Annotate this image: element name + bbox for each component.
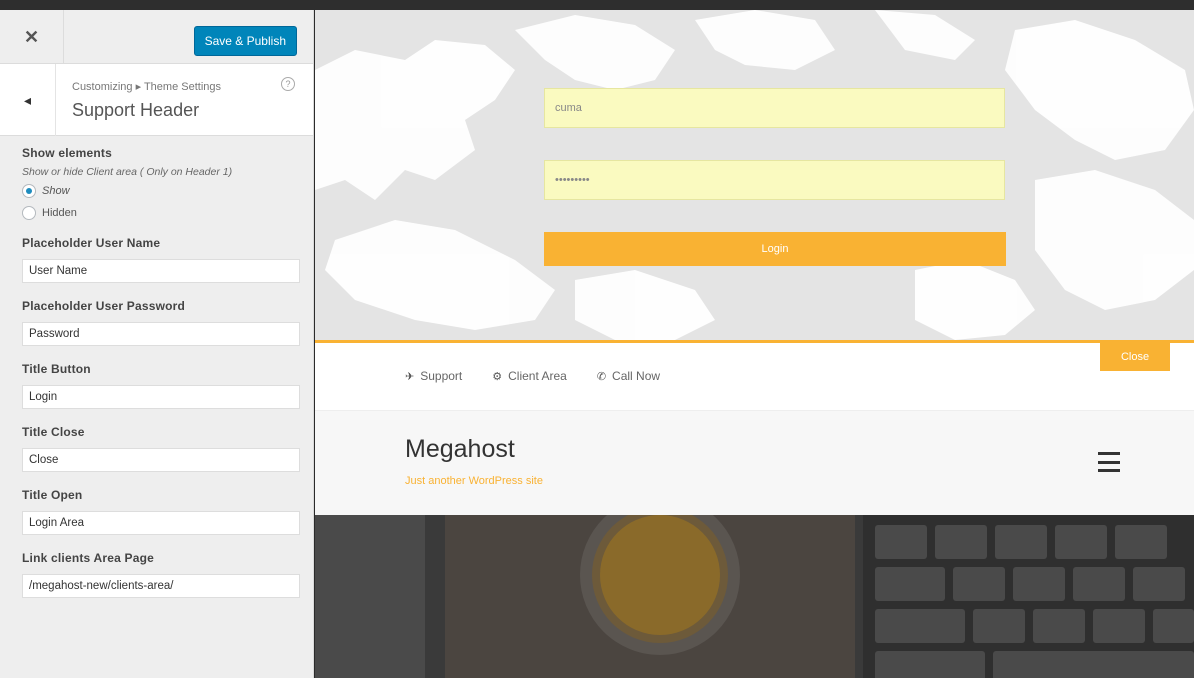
back-arrow-icon[interactable]: ◂ bbox=[0, 64, 56, 136]
site-preview: cuma ••••••••• Login ✈ Support ⚙ Client … bbox=[315, 10, 1194, 678]
support-links: ✈ Support ⚙ Client Area ✆ Call Now bbox=[405, 369, 660, 383]
login-area: cuma ••••••••• Login bbox=[315, 10, 1194, 340]
radio-show[interactable]: Show bbox=[22, 184, 301, 198]
show-elements-control: Show elements Show or hide Client area (… bbox=[22, 146, 301, 220]
placeholder-password-input[interactable]: Password bbox=[22, 322, 300, 346]
radio-show-label: Show bbox=[42, 185, 70, 197]
field-title: Placeholder User Name bbox=[22, 236, 161, 250]
login-button[interactable]: Login bbox=[544, 232, 1006, 266]
top-window-bar bbox=[0, 0, 1194, 10]
save-publish-button[interactable]: Save & Publish bbox=[193, 26, 297, 56]
field-clients-area-link: Link clients Area Page /megahost-new/cli… bbox=[22, 551, 301, 598]
support-link[interactable]: ✈ Support bbox=[405, 369, 462, 383]
gear-icon: ⚙ bbox=[492, 370, 503, 383]
site-header: Megahost Just another WordPress site bbox=[315, 411, 1194, 515]
close-login-tab[interactable]: Close bbox=[1100, 343, 1170, 371]
field-title-close: Title Close Close bbox=[22, 425, 301, 472]
clients-area-link-input[interactable]: /megahost-new/clients-area/ bbox=[22, 574, 300, 598]
plane-icon: ✈ bbox=[405, 370, 415, 383]
support-link-label: Support bbox=[420, 369, 463, 383]
show-elements-title: Show elements bbox=[22, 146, 112, 160]
title-close-input[interactable]: Close bbox=[22, 448, 300, 472]
field-placeholder-password: Placeholder User Password Password bbox=[22, 299, 301, 346]
field-title-open: Title Open Login Area bbox=[22, 488, 301, 535]
field-title: Link clients Area Page bbox=[22, 551, 155, 565]
call-now-link[interactable]: ✆ Call Now bbox=[597, 369, 660, 383]
call-now-link-label: Call Now bbox=[612, 369, 661, 383]
title-open-input[interactable]: Login Area bbox=[22, 511, 300, 535]
customizer-header: ✕ Save & Publish bbox=[0, 10, 313, 64]
client-area-link-label: Client Area bbox=[508, 369, 567, 383]
field-title: Title Open bbox=[22, 488, 83, 502]
login-password-input[interactable]: ••••••••• bbox=[544, 160, 1005, 200]
placeholder-username-input[interactable]: User Name bbox=[22, 259, 300, 283]
hero-image bbox=[315, 515, 1194, 678]
close-customizer-icon[interactable]: ✕ bbox=[0, 10, 64, 64]
field-title: Title Close bbox=[22, 425, 85, 439]
section-title: Support Header bbox=[72, 100, 200, 120]
breadcrumb: Customizing ▸ Theme Settings bbox=[72, 81, 221, 93]
customizer-panel: ✕ Save & Publish ◂ Customizing ▸ Theme S… bbox=[0, 10, 314, 678]
site-title[interactable]: Megahost bbox=[405, 435, 515, 464]
field-title-button: Title Button Login bbox=[22, 362, 301, 409]
section-controls: Show elements Show or hide Client area (… bbox=[0, 136, 313, 598]
field-title: Title Button bbox=[22, 362, 91, 376]
help-icon[interactable]: ? bbox=[281, 77, 295, 91]
phone-icon: ✆ bbox=[596, 370, 607, 383]
hamburger-menu-icon[interactable] bbox=[1098, 452, 1120, 472]
support-bar: ✈ Support ⚙ Client Area ✆ Call Now bbox=[315, 343, 1194, 411]
radio-button[interactable] bbox=[22, 206, 36, 220]
radio-hidden-label: Hidden bbox=[42, 207, 77, 219]
radio-hidden[interactable]: Hidden bbox=[22, 206, 301, 220]
login-username-input[interactable]: cuma bbox=[544, 88, 1005, 128]
section-header: ◂ Customizing ▸ Theme Settings ? Support… bbox=[0, 64, 313, 136]
field-title: Placeholder User Password bbox=[22, 299, 186, 313]
field-placeholder-username: Placeholder User Name User Name bbox=[22, 236, 301, 283]
radio-button-selected[interactable] bbox=[22, 184, 36, 198]
client-area-link[interactable]: ⚙ Client Area bbox=[492, 369, 567, 383]
show-elements-description: Show or hide Client area ( Only on Heade… bbox=[22, 166, 233, 178]
accent-divider bbox=[315, 340, 1194, 343]
hero-photo-illustration bbox=[315, 515, 1194, 678]
site-tagline: Just another WordPress site bbox=[405, 475, 543, 487]
title-button-input[interactable]: Login bbox=[22, 385, 300, 409]
